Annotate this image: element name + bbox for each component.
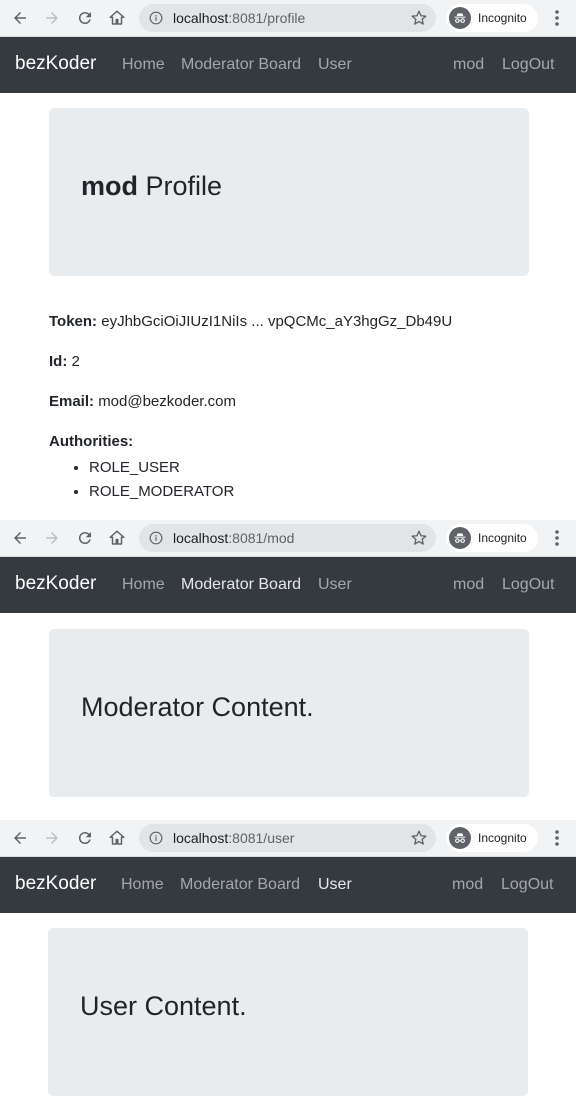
browser-toolbar: localhost:8081/mod Incognito (0, 520, 576, 557)
nav-moderator-board[interactable]: Moderator Board (180, 876, 300, 894)
reload-icon[interactable] (73, 526, 97, 550)
nav-profile-username[interactable]: mod (453, 56, 484, 74)
nav-moderator-board[interactable]: Moderator Board (181, 56, 301, 74)
email-row: Email: mod@bezkoder.com (49, 393, 236, 410)
nav-user[interactable]: User (318, 576, 352, 594)
address-bar[interactable]: localhost:8081/profile (139, 4, 436, 32)
info-icon[interactable] (149, 531, 163, 545)
reload-icon[interactable] (73, 6, 97, 30)
home-icon[interactable] (105, 526, 129, 550)
kebab-menu-icon[interactable] (548, 8, 566, 28)
incognito-icon (449, 827, 471, 849)
browser-toolbar: localhost:8081/user Incognito (0, 820, 576, 857)
app-navbar: bezKoder Home Moderator Board User mod L… (0, 37, 576, 93)
nav-moderator-board[interactable]: Moderator Board (181, 576, 301, 594)
browser-window-profile: localhost:8081/profile Incognito bezKode… (0, 0, 576, 520)
user-content-heading: User Content. (80, 991, 247, 1021)
nav-user[interactable]: User (318, 876, 352, 894)
incognito-icon (449, 527, 471, 549)
info-icon[interactable] (149, 11, 163, 25)
app-navbar: bezKoder Home Moderator Board User mod L… (0, 857, 576, 913)
nav-logout[interactable]: LogOut (501, 876, 553, 894)
back-icon[interactable] (8, 826, 32, 850)
nav-user[interactable]: User (318, 56, 352, 74)
url-text: localhost:8081/mod (173, 530, 295, 546)
browser-window-user: localhost:8081/user Incognito bezKoder H… (0, 820, 576, 1120)
incognito-badge[interactable]: Incognito (446, 4, 538, 32)
bookmark-star-icon[interactable] (410, 9, 428, 27)
brand-link[interactable]: bezKoder (15, 53, 96, 75)
info-icon[interactable] (149, 831, 163, 845)
bookmark-star-icon[interactable] (410, 829, 428, 847)
address-bar[interactable]: localhost:8081/user (139, 824, 436, 852)
brand-link[interactable]: bezKoder (15, 573, 96, 595)
incognito-label: Incognito (478, 11, 527, 25)
incognito-label: Incognito (478, 831, 527, 845)
bookmark-star-icon[interactable] (410, 529, 428, 547)
id-value: 2 (71, 353, 80, 370)
id-row: Id: 2 (49, 353, 80, 370)
brand-link[interactable]: bezKoder (15, 873, 96, 895)
browser-window-moderator: localhost:8081/mod Incognito bezKoder Ho… (0, 520, 576, 820)
moderator-jumbotron: Moderator Content. (49, 629, 529, 797)
reload-icon[interactable] (73, 826, 97, 850)
email-value: mod@bezkoder.com (98, 393, 236, 410)
user-jumbotron: User Content. (48, 928, 528, 1096)
incognito-icon (449, 7, 471, 29)
home-icon[interactable] (105, 826, 129, 850)
authorities-heading: Authorities: (49, 433, 134, 450)
home-icon[interactable] (105, 6, 129, 30)
url-text: localhost:8081/profile (173, 10, 306, 26)
address-bar[interactable]: localhost:8081/mod (139, 524, 436, 552)
list-item: ROLE_MODERATOR (89, 480, 234, 504)
nav-profile-username[interactable]: mod (452, 876, 483, 894)
back-icon[interactable] (8, 6, 32, 30)
url-text: localhost:8081/user (173, 830, 295, 846)
token-value: eyJhbGciOiJIUzI1NiIs ... vpQCMc_aY3hgGz_… (101, 313, 453, 330)
forward-icon[interactable] (40, 6, 64, 30)
nav-logout[interactable]: LogOut (502, 56, 554, 74)
nav-home[interactable]: Home (122, 576, 165, 594)
nav-home[interactable]: Home (122, 56, 165, 74)
page-title: mod Profile (81, 171, 223, 201)
browser-toolbar: localhost:8081/profile Incognito (0, 0, 576, 37)
forward-icon[interactable] (40, 526, 64, 550)
nav-logout[interactable]: LogOut (502, 576, 554, 594)
nav-home[interactable]: Home (121, 876, 164, 894)
moderator-content-heading: Moderator Content. (81, 692, 314, 722)
incognito-badge[interactable]: Incognito (446, 524, 538, 552)
incognito-label: Incognito (478, 531, 527, 545)
kebab-menu-icon[interactable] (548, 828, 566, 848)
app-navbar: bezKoder Home Moderator Board User mod L… (0, 557, 576, 613)
kebab-menu-icon[interactable] (548, 528, 566, 548)
incognito-badge[interactable]: Incognito (446, 824, 538, 852)
nav-profile-username[interactable]: mod (453, 576, 484, 594)
list-item: ROLE_USER (89, 456, 234, 480)
authorities-list: ROLE_USER ROLE_MODERATOR (49, 456, 234, 504)
token-row: Token: eyJhbGciOiJIUzI1NiIs ... vpQCMc_a… (49, 313, 453, 330)
forward-icon[interactable] (40, 826, 64, 850)
back-icon[interactable] (8, 526, 32, 550)
profile-jumbotron: mod Profile (49, 108, 529, 276)
